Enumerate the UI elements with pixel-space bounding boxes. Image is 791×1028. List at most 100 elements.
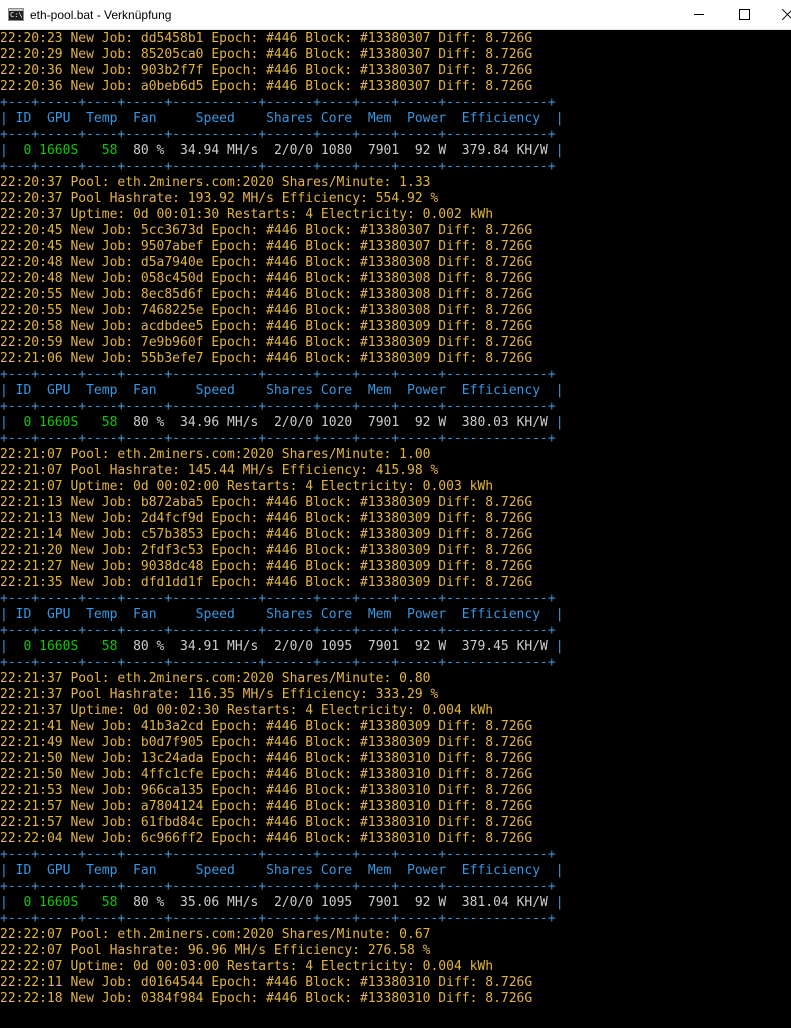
log-line: 22:21:37 Uptime: 0d 00:02:30 Restarts: 4… (0, 703, 791, 719)
log-line-text: 22:21:35 New Job: dfd1dd1f Epoch: #446 B… (0, 575, 533, 590)
close-button[interactable] (768, 0, 791, 30)
table-border-text: +---+-----+----+-----+-----------+------… (0, 127, 556, 142)
table-border-text: +---+-----+----+-----+-----------+------… (0, 911, 556, 926)
log-line-text: 22:20:36 New Job: a0beb6d5 Epoch: #446 B… (0, 79, 533, 94)
log-line-text: 22:21:06 New Job: 55b3efe7 Epoch: #446 B… (0, 351, 533, 366)
log-line: 22:22:04 New Job: 6c966ff2 Epoch: #446 B… (0, 831, 791, 847)
table-border-text: +---+-----+----+-----+-----------+------… (0, 623, 556, 638)
table-row-pipe-right: | (555, 143, 564, 158)
log-line-text: 22:20:37 Pool Hashrate: 193.92 MH/s Effi… (0, 191, 439, 206)
log-line-text: 22:21:14 New Job: c57b3853 Epoch: #446 B… (0, 527, 533, 542)
table-row: | 0 1660S 58 80 % 34.94 MH/s 2/0/0 1080 … (0, 143, 791, 159)
gpu-name: 1660S (39, 143, 79, 158)
log-line: 22:21:07 Pool: eth.2miners.com:2020 Shar… (0, 447, 791, 463)
table-row: | 0 1660S 58 80 % 35.06 MH/s 2/0/0 1095 … (0, 895, 791, 911)
log-line-text: 22:21:07 Uptime: 0d 00:02:00 Restarts: 4… (0, 479, 494, 494)
log-line-text: 22:21:50 New Job: 4ffc1cfe Epoch: #446 B… (0, 767, 533, 782)
table-border-text: +---+-----+----+-----+-----------+------… (0, 655, 556, 670)
table-border-text: +---+-----+----+-----+-----------+------… (0, 399, 556, 414)
log-line-text: 22:21:20 New Job: 2fdf3c53 Epoch: #446 B… (0, 543, 533, 558)
table-border: +---+-----+----+-----+-----------+------… (0, 847, 791, 863)
log-line-text: 22:20:48 New Job: d5a7940e Epoch: #446 B… (0, 255, 533, 270)
table-header-text: | ID GPU Temp Fan Speed Shares Core Mem … (0, 863, 564, 878)
log-line: 22:21:57 New Job: a7804124 Epoch: #446 B… (0, 799, 791, 815)
log-line: 22:20:36 New Job: a0beb6d5 Epoch: #446 B… (0, 79, 791, 95)
log-line: 22:21:53 New Job: 966ca135 Epoch: #446 B… (0, 783, 791, 799)
table-border-text: +---+-----+----+-----+-----------+------… (0, 95, 556, 110)
log-line: 22:20:23 New Job: dd5458b1 Epoch: #446 B… (0, 31, 791, 47)
title-bar: C:\ eth-pool.bat - Verknüpfung (0, 0, 791, 30)
log-line: 22:22:18 New Job: 0384f984 Epoch: #446 B… (0, 991, 791, 1007)
log-line-text: 22:20:55 New Job: 7468225e Epoch: #446 B… (0, 303, 533, 318)
table-row-pipe-right: | (555, 895, 564, 910)
log-line-text: 22:20:29 New Job: 85205ca0 Epoch: #446 B… (0, 47, 533, 62)
table-border: +---+-----+----+-----+-----------+------… (0, 431, 791, 447)
log-line-text: 22:21:50 New Job: 13c24ada Epoch: #446 B… (0, 751, 533, 766)
log-line: 22:20:48 New Job: 058c450d Epoch: #446 B… (0, 271, 791, 287)
log-line-text: 22:21:53 New Job: 966ca135 Epoch: #446 B… (0, 783, 533, 798)
log-line: 22:20:37 Pool Hashrate: 193.92 MH/s Effi… (0, 191, 791, 207)
log-line-text: 22:21:57 New Job: 61fbd84c Epoch: #446 B… (0, 815, 533, 830)
gpu-temp: 58 (101, 415, 118, 430)
table-border: +---+-----+----+-----+-----------+------… (0, 127, 791, 143)
log-line: 22:22:11 New Job: d0164544 Epoch: #446 B… (0, 975, 791, 991)
log-line: 22:22:07 Pool Hashrate: 96.96 MH/s Effic… (0, 943, 791, 959)
log-line: 22:21:14 New Job: c57b3853 Epoch: #446 B… (0, 527, 791, 543)
log-line-text: 22:22:07 Pool Hashrate: 96.96 MH/s Effic… (0, 943, 431, 958)
console-output[interactable]: 22:20:23 New Job: dd5458b1 Epoch: #446 B… (0, 31, 791, 1024)
gpu-name: 1660S (39, 639, 79, 654)
log-line: 22:20:36 New Job: 903b2f7f Epoch: #446 B… (0, 63, 791, 79)
log-line-text: 22:22:07 Uptime: 0d 00:03:00 Restarts: 4… (0, 959, 494, 974)
log-line-text: 22:21:41 New Job: 41b3a2cd Epoch: #446 B… (0, 719, 533, 734)
log-line-text: 22:22:07 Pool: eth.2miners.com:2020 Shar… (0, 927, 431, 942)
close-icon (782, 8, 791, 20)
table-border: +---+-----+----+-----+-----------+------… (0, 911, 791, 927)
log-line: 22:21:49 New Job: b0d7f905 Epoch: #446 B… (0, 735, 791, 751)
gpu-id: 0 (15, 415, 32, 430)
log-line-text: 22:20:37 Pool: eth.2miners.com:2020 Shar… (0, 175, 431, 190)
log-line-text: 22:20:48 New Job: 058c450d Epoch: #446 B… (0, 271, 533, 286)
gpu-stats: 80 % 34.94 MH/s 2/0/0 1080 7901 92 W 379… (117, 143, 556, 158)
log-line-text: 22:20:36 New Job: 903b2f7f Epoch: #446 B… (0, 63, 533, 78)
log-line: 22:21:13 New Job: 2d4fcf9d Epoch: #446 B… (0, 511, 791, 527)
maximize-button[interactable] (722, 0, 768, 30)
gpu-id: 0 (15, 143, 32, 158)
table-border: +---+-----+----+-----+-----------+------… (0, 623, 791, 639)
table-border-text: +---+-----+----+-----+-----------+------… (0, 591, 556, 606)
log-line-text: 22:21:57 New Job: a7804124 Epoch: #446 B… (0, 799, 533, 814)
table-row: | 0 1660S 58 80 % 34.96 MH/s 2/0/0 1020 … (0, 415, 791, 431)
log-line: 22:21:07 Uptime: 0d 00:02:00 Restarts: 4… (0, 479, 791, 495)
table-row-pipe-left: | (0, 415, 16, 430)
log-line: 22:21:50 New Job: 13c24ada Epoch: #446 B… (0, 751, 791, 767)
gpu-temp: 58 (101, 143, 118, 158)
log-line: 22:22:07 Pool: eth.2miners.com:2020 Shar… (0, 927, 791, 943)
window-title: eth-pool.bat - Verknüpfung (30, 8, 172, 22)
log-line: 22:21:07 Pool Hashrate: 145.44 MH/s Effi… (0, 463, 791, 479)
minimize-button[interactable] (676, 0, 722, 30)
table-header-text: | ID GPU Temp Fan Speed Shares Core Mem … (0, 383, 564, 398)
log-line: 22:20:55 New Job: 7468225e Epoch: #446 B… (0, 303, 791, 319)
table-border: +---+-----+----+-----+-----------+------… (0, 399, 791, 415)
log-line: 22:21:41 New Job: 41b3a2cd Epoch: #446 B… (0, 719, 791, 735)
table-border: +---+-----+----+-----+-----------+------… (0, 95, 791, 111)
console-icon[interactable]: C:\ (8, 8, 24, 21)
gpu-stats: 80 % 35.06 MH/s 2/0/0 1095 7901 92 W 381… (117, 895, 556, 910)
log-line: 22:21:35 New Job: dfd1dd1f Epoch: #446 B… (0, 575, 791, 591)
table-border: +---+-----+----+-----+-----------+------… (0, 367, 791, 383)
log-line: 22:21:57 New Job: 61fbd84c Epoch: #446 B… (0, 815, 791, 831)
maximize-icon (739, 9, 750, 20)
gpu-temp: 58 (101, 895, 118, 910)
table-header: | ID GPU Temp Fan Speed Shares Core Mem … (0, 607, 791, 623)
log-line: 22:21:13 New Job: b872aba5 Epoch: #446 B… (0, 495, 791, 511)
log-line: 22:20:37 Uptime: 0d 00:01:30 Restarts: 4… (0, 207, 791, 223)
table-header: | ID GPU Temp Fan Speed Shares Core Mem … (0, 863, 791, 879)
log-line-text: 22:20:58 New Job: acdbdee5 Epoch: #446 B… (0, 319, 533, 334)
log-line: 22:21:20 New Job: 2fdf3c53 Epoch: #446 B… (0, 543, 791, 559)
table-row-pipe-left: | (0, 143, 16, 158)
